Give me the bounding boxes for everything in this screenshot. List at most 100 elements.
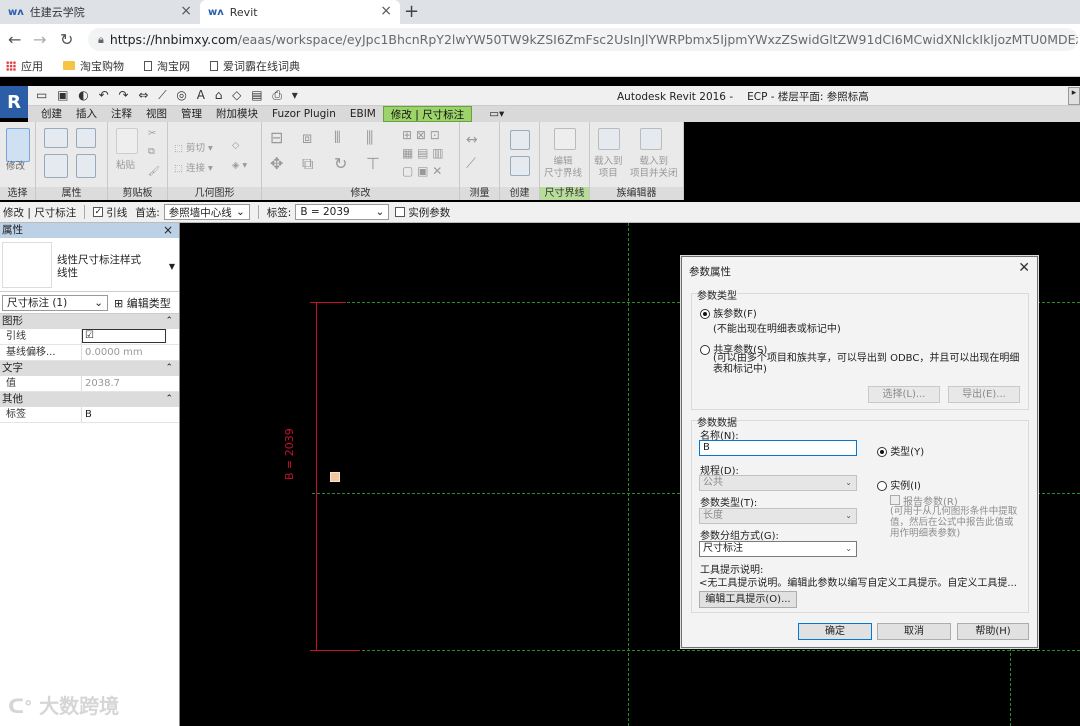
leader-property-value[interactable]: ☑ [82, 329, 179, 344]
move-icon[interactable]: ✥ [270, 154, 283, 173]
bookmark-iciba[interactable]: 爱词霸在线词典 [210, 58, 300, 74]
tab-addins[interactable]: 附加模块 [209, 106, 265, 122]
instance-param-checkbox[interactable] [395, 207, 406, 217]
dimension-label[interactable]: B = 2039 [283, 428, 296, 480]
radio-unselected-icon[interactable] [700, 345, 710, 355]
align-icon[interactable]: ⊟ [270, 128, 283, 147]
family-category-icon[interactable] [76, 154, 96, 178]
tab-insert[interactable]: 插入 [69, 106, 104, 122]
group-text[interactable]: 文字 ⌃ [0, 361, 179, 376]
edit-tooltip-button[interactable]: 编辑工具提示(O)... [699, 591, 797, 608]
browser-tab-active[interactable]: ᴡᴧ Revit × [200, 0, 400, 24]
tab-modify-dimensions[interactable]: 修改 | 尺寸标注 [382, 106, 473, 122]
lock-toggle-icon[interactable] [330, 472, 340, 482]
radio-selected-icon[interactable] [700, 309, 710, 319]
name-input[interactable]: B [699, 440, 857, 456]
back-icon[interactable]: ← [8, 30, 21, 49]
load-and-close-icon[interactable] [640, 128, 662, 150]
close-tab-icon[interactable]: × [380, 3, 392, 19]
tag-dropdown[interactable]: B = 2039 ⌄ [295, 204, 390, 220]
export-button[interactable]: 导出(E)... [948, 386, 1020, 403]
reload-icon[interactable]: ↻ [60, 30, 73, 49]
prefer-dropdown[interactable]: 参照墙中心线 ⌄ [163, 204, 250, 220]
delete-icon[interactable]: ▢ ▣ ✕ [402, 164, 442, 178]
group-by-dropdown[interactable]: 尺寸标注 ⌄ [699, 541, 857, 557]
reference-plane-vertical-right[interactable] [1010, 648, 1011, 726]
split-icon[interactable]: ⫼ [366, 128, 373, 148]
create-group-icon[interactable] [510, 156, 530, 176]
load-into-project-label: 载入到 项目 [594, 156, 623, 179]
radio-selected-icon[interactable] [877, 447, 887, 457]
cancel-button[interactable]: 取消 [877, 623, 951, 640]
modify-cursor-icon[interactable] [6, 128, 30, 162]
tab-annotate[interactable]: 注释 [104, 106, 139, 122]
leader-checkbox-cell[interactable]: ☑ [82, 329, 166, 343]
offset-icon[interactable]: ⧈ [302, 128, 312, 148]
cut-geometry-button[interactable]: ⬚ 剪切 ▾ [174, 140, 213, 154]
dimension-icon[interactable]: ⟋ [466, 156, 476, 172]
revit-app-menu-icon[interactable]: R [0, 86, 28, 118]
param-type-dropdown[interactable]: 长度 ⌄ [699, 508, 857, 524]
ribbon-options-icon[interactable]: ▭▾ [482, 106, 511, 122]
paste-icon[interactable] [116, 128, 138, 154]
witness-line-top[interactable] [310, 302, 346, 303]
radio-unselected-icon[interactable] [877, 481, 887, 491]
group-graphics[interactable]: 图形 ⌃ [0, 314, 179, 329]
leader-checkbox[interactable]: ✓ [93, 207, 104, 217]
close-dialog-icon[interactable]: ✕ [1018, 260, 1030, 276]
geometry-tool-icon[interactable]: ◇ [232, 140, 239, 151]
bookmark-taobao[interactable]: 淘宝网 [144, 58, 190, 74]
geometry-tool-icon[interactable]: ◈ ▾ [232, 160, 247, 171]
pin-icon[interactable]: ⊞ ⊠ ⊡ [402, 128, 440, 142]
forward-icon[interactable]: → [33, 30, 46, 49]
load-into-project-icon[interactable] [598, 128, 620, 150]
match-properties-icon[interactable]: 🖌︎ [148, 166, 160, 177]
edit-witness-lines-icon[interactable] [554, 128, 576, 150]
copy-icon[interactable]: ⧉ [148, 146, 155, 157]
array-icon[interactable]: ▦ ▤ ▥ [402, 146, 444, 160]
select-button[interactable]: 选择(L)... [868, 386, 940, 403]
title-scroll-right-icon[interactable]: ▸ [1068, 87, 1080, 105]
edit-type-button[interactable]: ⊞ 编辑类型 [114, 295, 171, 311]
url-field[interactable]: 🔒︎ https://hnbimxy.com/eaas/workspace/ey… [88, 28, 1078, 51]
create-similar-icon[interactable] [510, 130, 530, 150]
type-radio[interactable]: 类型(Y) [877, 443, 924, 458]
properties-icon[interactable] [44, 128, 68, 148]
measure-icon[interactable]: ↔ [466, 132, 478, 148]
type-properties-icon[interactable] [76, 128, 96, 148]
copy-element-icon[interactable]: ⧉ [302, 154, 313, 174]
tab-manage[interactable]: 管理 [174, 106, 209, 122]
family-param-radio[interactable]: 族参数(F) [700, 305, 757, 320]
group-other[interactable]: 其他 ⌃ [0, 392, 179, 407]
browser-tab[interactable]: ᴡᴧ 住建云学院 × [0, 0, 200, 24]
ok-button[interactable]: 确定 [798, 623, 872, 640]
join-geometry-button[interactable]: ⬚ 连接 ▾ [174, 160, 213, 174]
instance-radio[interactable]: 实例(I) [877, 477, 921, 492]
trim-icon[interactable]: ⊤ [366, 154, 380, 173]
discipline-dropdown[interactable]: 公共 ⌄ [699, 475, 857, 491]
new-tab-button[interactable]: + [404, 1, 419, 22]
instance-filter-dropdown[interactable]: 尺寸标注 (1) ⌄ [2, 294, 108, 311]
type-selector[interactable]: 线性尺寸标注样式 线性 ▼ [0, 238, 179, 292]
quick-access-toolbar[interactable]: ▭ ▣ ◐ ↶ ↷ ⇔ ⟋ ◎ A ⌂ ◇ ▤ ⎙ ▾ [36, 88, 301, 103]
close-properties-icon[interactable]: × [163, 223, 173, 238]
tab-view[interactable]: 视图 [139, 106, 174, 122]
close-tab-icon[interactable]: × [180, 3, 192, 19]
bookmark-taobao-shopping[interactable]: 淘宝购物 [63, 58, 124, 74]
tab-fuzor[interactable]: Fuzor Plugin [265, 106, 343, 122]
panel-label[interactable]: 选择 [0, 187, 35, 200]
label-property-value[interactable]: B [82, 407, 179, 422]
rotate-icon[interactable]: ↻ [334, 154, 347, 173]
checkbox-icon[interactable] [890, 495, 900, 505]
mirror-icon[interactable]: ⫴ [334, 128, 341, 148]
cut-icon[interactable]: ✂ [148, 128, 156, 139]
bookmark-apps[interactable]: 应用 [6, 58, 43, 74]
tab-create[interactable]: 创建 [34, 106, 69, 122]
family-types-icon[interactable] [44, 154, 68, 178]
help-button[interactable]: 帮助(H) [957, 623, 1029, 640]
reference-plane-bottom[interactable] [312, 650, 1080, 651]
dimension-line[interactable] [316, 302, 317, 651]
witness-line-bottom[interactable] [310, 650, 360, 651]
tab-ebim[interactable]: EBIM [343, 106, 383, 122]
reference-plane-vertical[interactable] [628, 223, 629, 726]
